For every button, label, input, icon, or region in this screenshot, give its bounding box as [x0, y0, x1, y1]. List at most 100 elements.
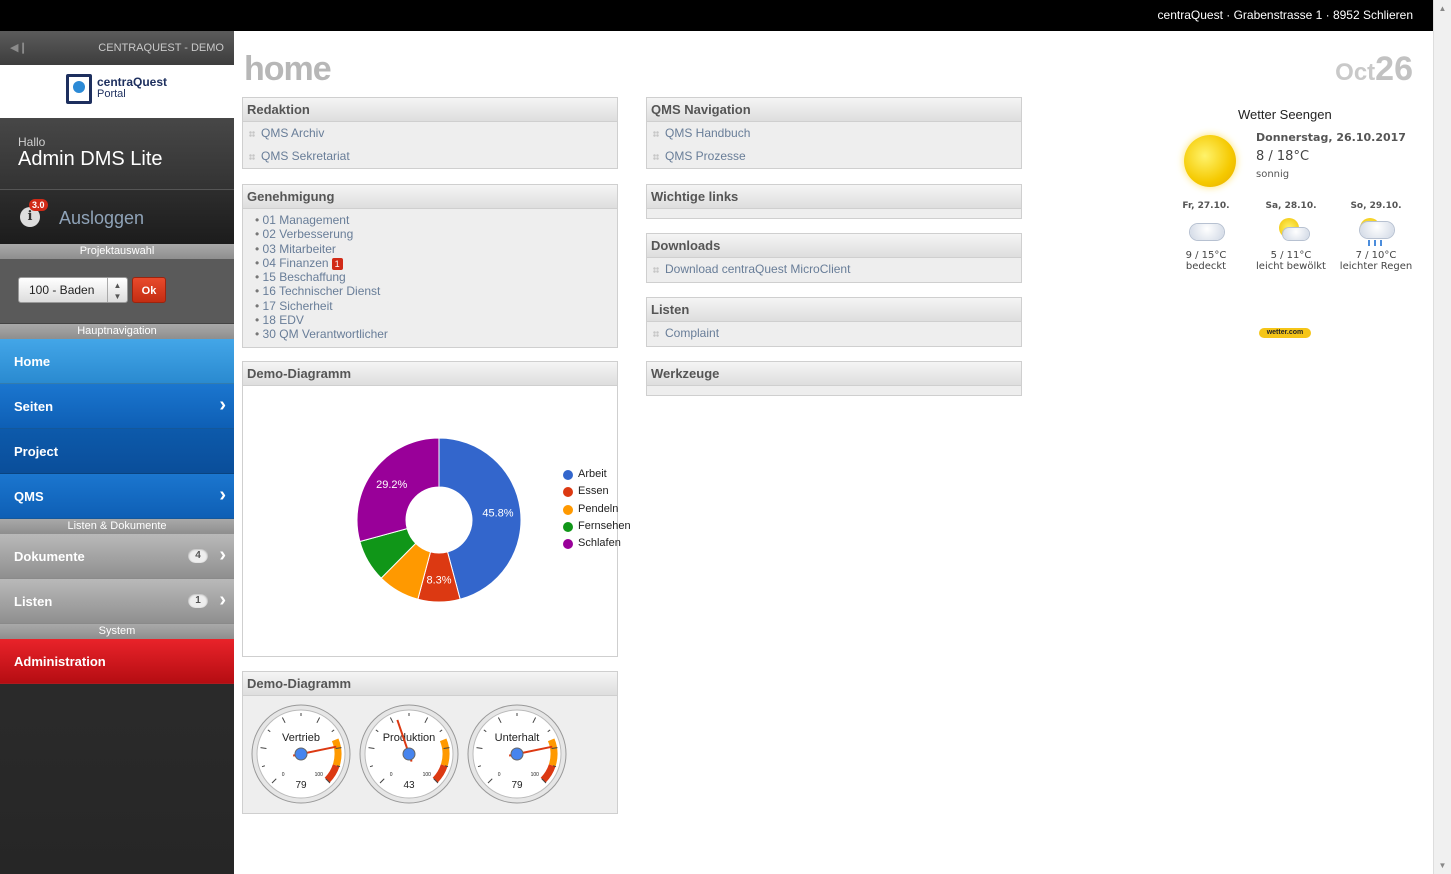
project-select[interactable]: 100 - Baden ▲ ▼: [18, 277, 128, 303]
list-item[interactable]: 17 Sicherheit: [255, 299, 617, 313]
collapse-sidebar-icon[interactable]: ◀❙: [10, 41, 28, 54]
logout-link[interactable]: Ausloggen: [59, 208, 144, 229]
project-selector: 100 - Baden ▲ ▼ Ok: [0, 259, 234, 324]
demo-label: CENTRAQUEST - DEMO: [98, 42, 224, 54]
legend-item-schlafen[interactable]: Schlafen: [563, 537, 621, 550]
pie-data-label: 8.3%: [426, 575, 451, 587]
gauge-hub: [402, 747, 416, 761]
weather-title: Wetter Seengen: [1238, 107, 1332, 122]
gauge-band: [547, 738, 558, 767]
list-item[interactable]: 18 EDV: [255, 313, 617, 327]
link-complaint[interactable]: Complaint: [647, 322, 1021, 345]
logo-title: centraQuest: [97, 75, 168, 89]
pie-chart[interactable]: 45.8% 8.3% 29.2%: [243, 386, 619, 656]
top-bar: centraQuest · Grabenstrasse 1 · 8952 Sch…: [0, 0, 1433, 31]
panel-title: Downloads: [647, 234, 1021, 258]
nav-item-listen[interactable]: Listen 1 ›: [0, 579, 234, 624]
gauge-hub: [510, 747, 524, 761]
panel-title: Demo-Diagramm: [243, 672, 617, 696]
user-greeting: Hallo Admin DMS Lite: [0, 118, 234, 189]
nav-item-administration[interactable]: Administration: [0, 639, 234, 684]
forecast-temp: 7 / 10°C: [1355, 250, 1397, 261]
forecast-desc: leicht bewölkt: [1256, 261, 1326, 272]
select-arrows-icon: ▲ ▼: [107, 278, 127, 302]
panel-title: QMS Navigation: [647, 98, 1021, 122]
scroll-up-icon[interactable]: ▲: [1434, 0, 1451, 17]
count-badge: 1: [188, 593, 208, 608]
nav-item-project[interactable]: Project: [0, 429, 234, 474]
legend-item-pendeln[interactable]: Pendeln: [563, 503, 618, 515]
panel-title: Genehmigung: [243, 185, 617, 209]
nav-item-label: QMS: [14, 489, 44, 504]
chevron-right-icon: ›: [219, 589, 226, 611]
nav-item-label: Administration: [14, 654, 106, 669]
nav-item-seiten[interactable]: Seiten ›: [0, 384, 234, 429]
list-item[interactable]: 30 QM Verantwortlicher: [255, 327, 617, 341]
chevron-right-icon: ›: [219, 544, 226, 566]
weather-provider-logo[interactable]: wetter.com: [1259, 328, 1311, 338]
panel-title: Redaktion: [243, 98, 617, 122]
forecast-temp: 9 / 15°C: [1185, 250, 1227, 261]
nav-item-dokumente[interactable]: Dokumente 4 ›: [0, 534, 234, 579]
cloud-icon: [1186, 216, 1226, 244]
link-qms-prozesse[interactable]: QMS Prozesse: [647, 145, 1021, 168]
gauge-min-label: 0: [282, 772, 285, 778]
gauge-band: [439, 738, 450, 767]
legend-dot-icon: [563, 470, 573, 480]
legend-item-fernsehen[interactable]: Fernsehen: [563, 520, 631, 532]
panel-downloads: Downloads Download centraQuest MicroClie…: [646, 233, 1022, 283]
list-item[interactable]: 16 Technischer Dienst: [255, 284, 617, 298]
scroll-down-icon[interactable]: ▼: [1434, 857, 1451, 874]
gauge-max-label: 100: [423, 772, 432, 778]
gauge-min-label: 0: [390, 772, 393, 778]
logo[interactable]: centraQuest Portal: [0, 65, 234, 118]
gauge-hub: [294, 747, 308, 761]
link-download-microclient[interactable]: Download centraQuest MicroClient: [647, 258, 1021, 281]
forecast-day: Sa, 28.10. 5 / 11°C leicht bewölkt: [1251, 201, 1331, 272]
section-label-projektauswahl: Projektauswahl: [0, 244, 234, 259]
forecast-day: Fr, 27.10. 9 / 15°C bedeckt: [1166, 201, 1246, 272]
pie-data-label: 45.8%: [482, 507, 513, 519]
panel-qms-navigation: QMS Navigation QMS Handbuch QMS Prozesse: [646, 97, 1022, 169]
nav-item-label: Project: [14, 444, 59, 459]
nav-item-qms[interactable]: QMS ›: [0, 474, 234, 519]
vertical-scrollbar[interactable]: ▲ ▼: [1433, 0, 1451, 874]
link-qms-archiv[interactable]: QMS Archiv: [243, 122, 617, 145]
nav-item-label: Seiten: [14, 399, 54, 414]
legend-item-arbeit[interactable]: Arbeit: [563, 468, 607, 480]
link-qms-sekretariat[interactable]: QMS Sekretariat: [243, 145, 617, 168]
list-item-label[interactable]: 04 Finanzen: [263, 256, 329, 270]
date-day: 26: [1375, 50, 1413, 88]
panel-wichtige-links: Wichtige links: [646, 184, 1022, 219]
date-display: Oct26: [1335, 50, 1413, 89]
list-item[interactable]: 03 Mitarbeiter: [255, 242, 617, 256]
legend-item-essen[interactable]: Essen: [563, 485, 609, 498]
ok-button[interactable]: Ok: [132, 277, 166, 303]
logo-subtitle: Portal: [97, 88, 126, 100]
sidebar: ◀❙ CENTRAQUEST - DEMO centraQuest Portal…: [0, 31, 234, 874]
gauge-label: Unterhalt: [495, 732, 540, 744]
logout-row[interactable]: i 3.0 Ausloggen: [0, 189, 234, 244]
nav-item-label: Dokumente: [14, 549, 85, 564]
panel-title: Werkzeuge: [647, 362, 1021, 386]
chevron-right-icon: ›: [219, 394, 226, 416]
panel-title: Wichtige links: [647, 185, 1021, 209]
list-item[interactable]: 15 Beschaffung: [255, 270, 617, 284]
forecast-date: Sa, 28.10.: [1265, 201, 1317, 211]
gauge-max-label: 100: [315, 772, 324, 778]
sun-cloud-icon: [1271, 216, 1311, 244]
rain-icon: [1356, 216, 1396, 246]
legend-dot-icon: [563, 521, 573, 532]
project-select-value: 100 - Baden: [29, 283, 95, 297]
nav-item-home[interactable]: Home: [0, 339, 234, 384]
list-item[interactable]: 01 Management: [255, 213, 617, 227]
list-item[interactable]: 04 Finanzen1: [255, 256, 617, 270]
forecast-temp: 5 / 11°C: [1270, 250, 1312, 261]
gauge-label: Produktion: [383, 732, 436, 744]
panel-title: Listen: [647, 298, 1021, 322]
logo-icon: [66, 74, 92, 104]
legend-label: Schlafen: [578, 537, 621, 550]
link-qms-handbuch[interactable]: QMS Handbuch: [647, 122, 1021, 145]
forecast-date: Fr, 27.10.: [1182, 201, 1230, 211]
list-item[interactable]: 02 Verbesserung: [255, 227, 617, 241]
